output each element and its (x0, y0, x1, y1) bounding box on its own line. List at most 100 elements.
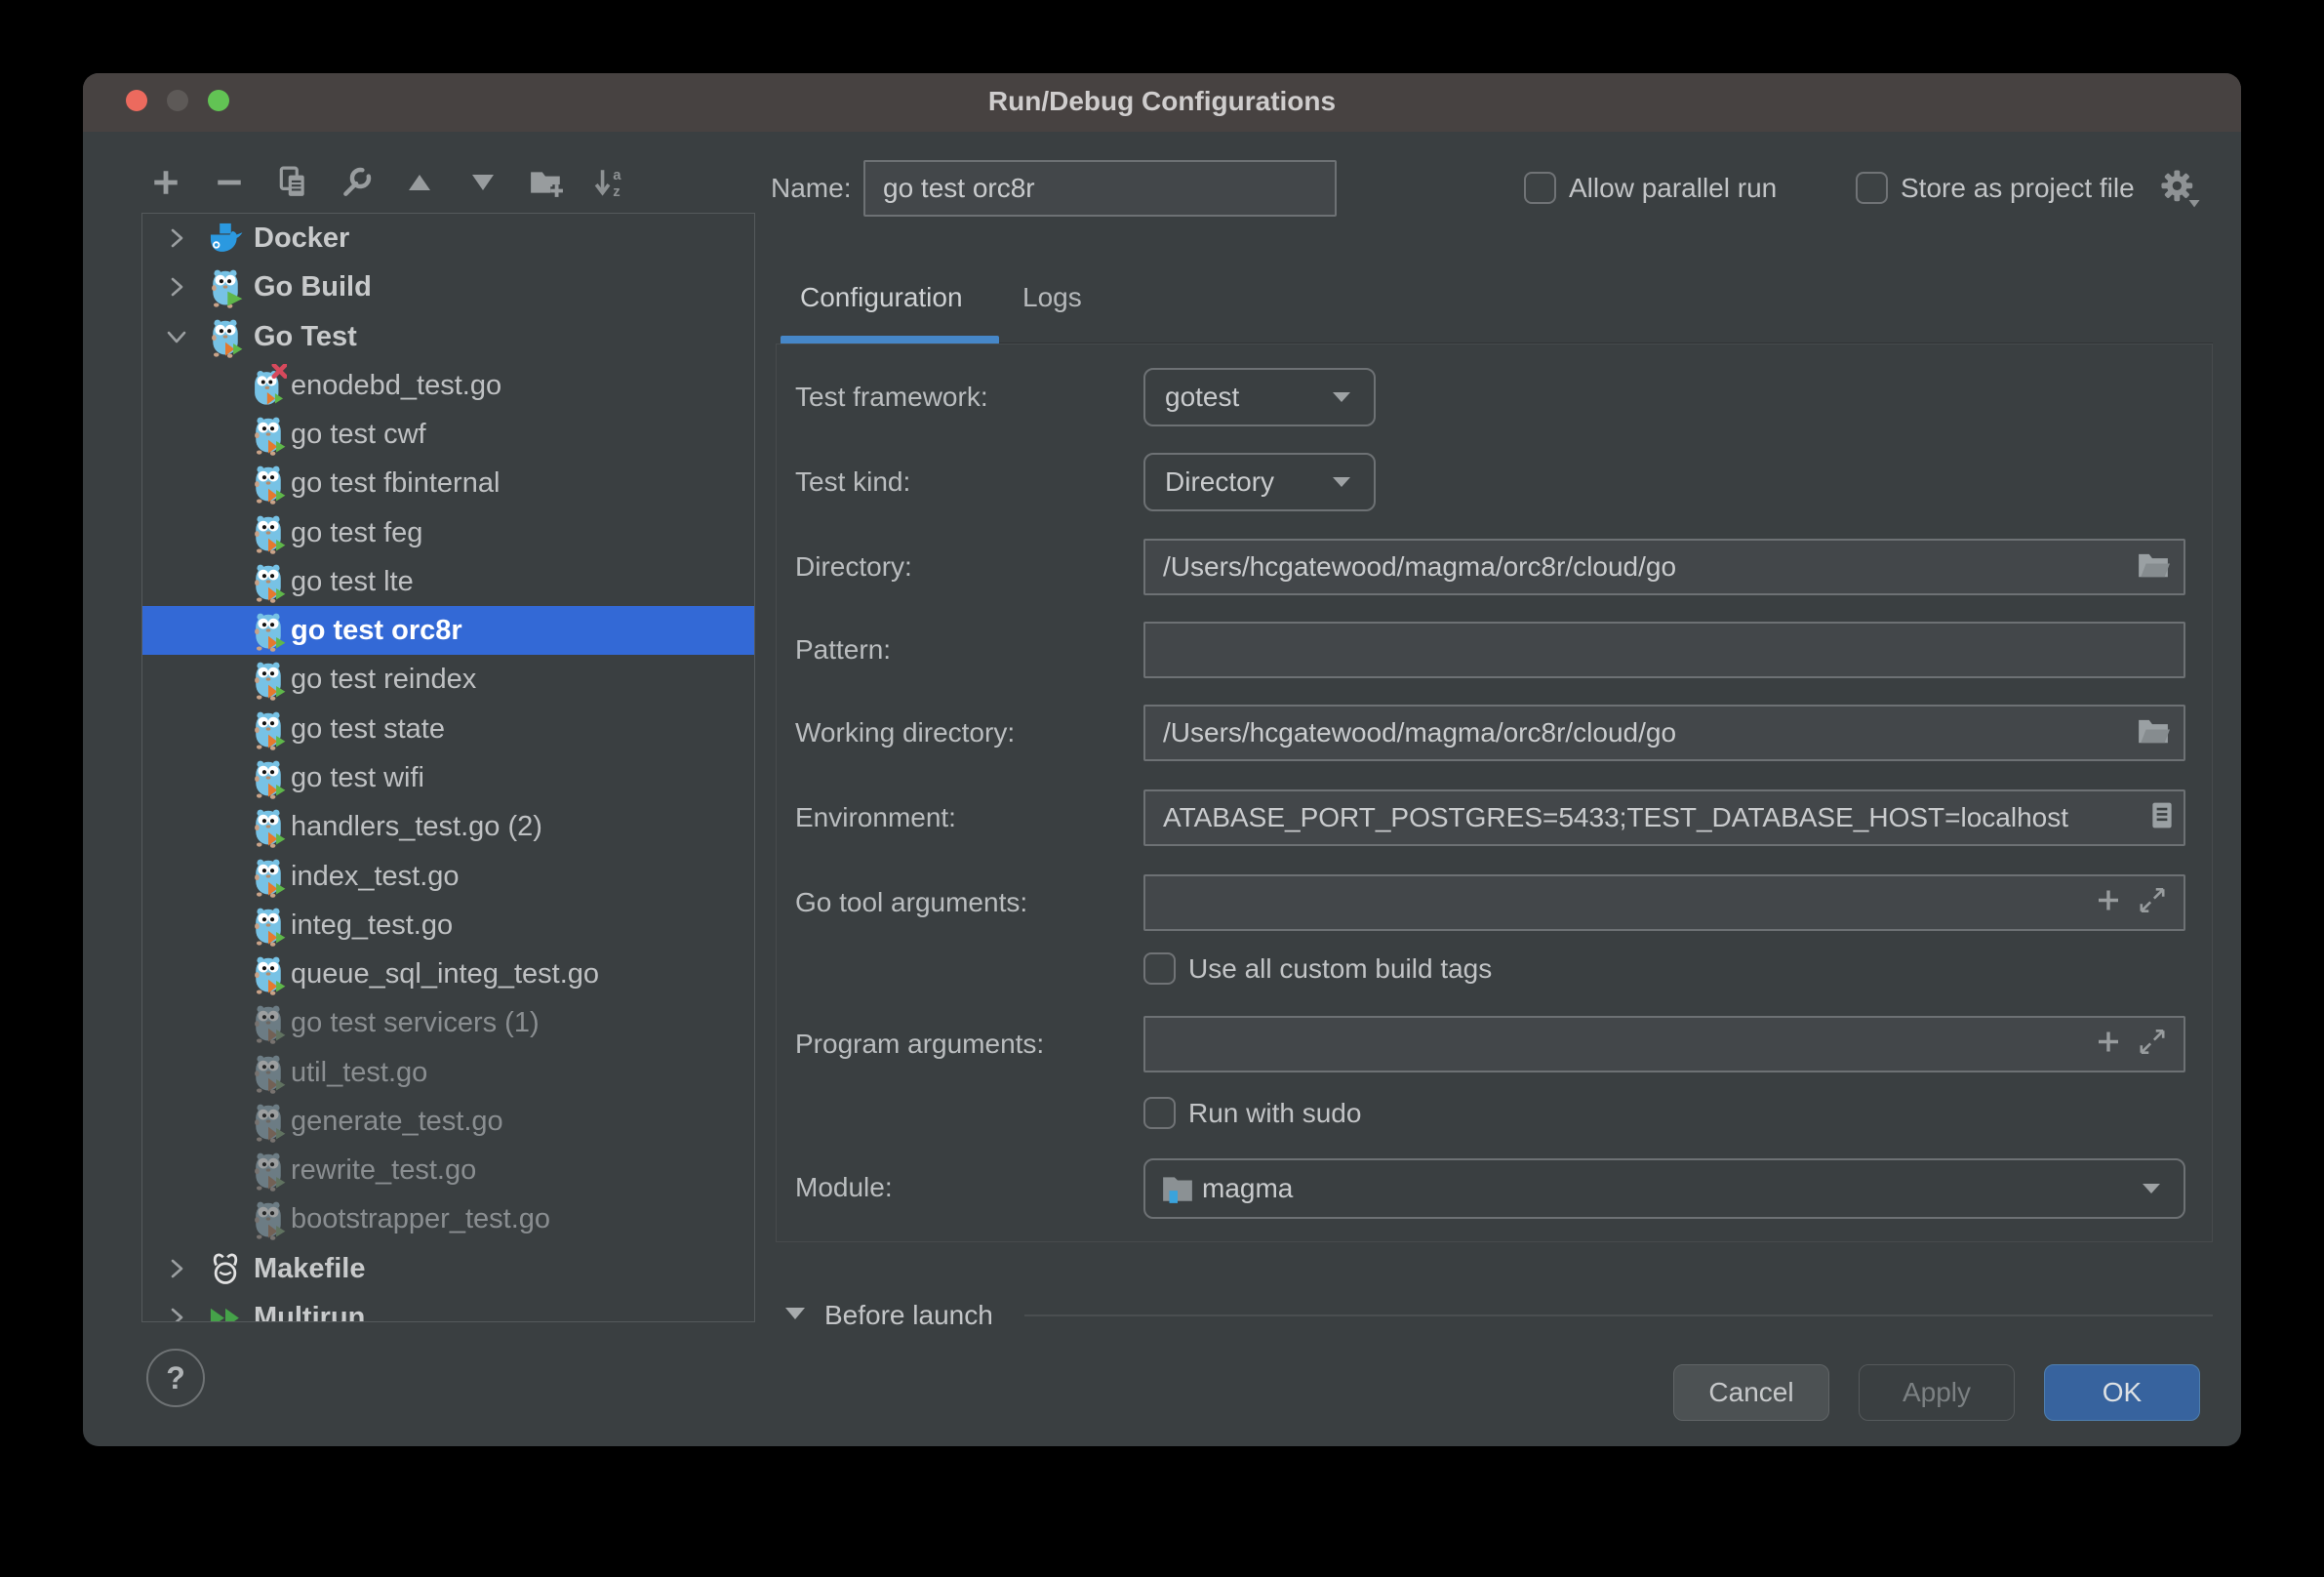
add-icon[interactable] (2096, 888, 2121, 918)
name-input[interactable] (863, 160, 1337, 217)
gopher-test-icon (250, 1149, 287, 1192)
name-label: Name: (771, 171, 851, 206)
tree-item-go-test-wifi[interactable]: go test wifi (142, 753, 754, 802)
tree-item-label: go test orc8r (291, 606, 462, 655)
ok-button[interactable]: OK (2044, 1364, 2200, 1421)
cancel-button[interactable]: Cancel (1673, 1364, 1829, 1421)
gopher-test-icon (250, 1001, 287, 1044)
use-all-custom-build-tags-checkbox[interactable] (1143, 952, 1176, 985)
module-label: Module: (795, 1170, 893, 1205)
chevron-down-icon[interactable] (164, 324, 189, 349)
chevron-right-icon[interactable] (164, 1256, 189, 1281)
tree-item-docker[interactable]: Docker (142, 214, 754, 263)
tree-item-go-test-orc8r[interactable]: go test orc8r (142, 606, 754, 655)
tree-item-label: queue_sql_integ_test.go (291, 950, 599, 998)
gopher-build-icon (207, 265, 244, 308)
tree-item-makefile[interactable]: Makefile (142, 1244, 754, 1293)
copy-icon[interactable] (271, 163, 314, 202)
environment-variables-icon[interactable] (2150, 801, 2174, 835)
gopher-test-icon (250, 708, 287, 750)
go-tool-arguments-input[interactable] (1143, 874, 2185, 931)
move-down-icon[interactable] (461, 163, 504, 202)
gopher-test-icon (250, 609, 287, 652)
tree-item-go-test-feg[interactable]: go test feg (142, 508, 754, 557)
tree-item-bootstrapper-test-go[interactable]: bootstrapper_test.go (142, 1194, 754, 1243)
tree-item-enodebd-test-go[interactable]: enodebd_test.go (142, 361, 754, 410)
chevron-right-icon[interactable] (164, 274, 189, 300)
tree-item-rewrite-test-go[interactable]: rewrite_test.go (142, 1146, 754, 1194)
directory-input[interactable] (1143, 539, 2185, 595)
window-title: Run/Debug Configurations (83, 86, 2241, 117)
module-select[interactable]: magma (1143, 1158, 2185, 1219)
gopher-test-icon (250, 904, 287, 947)
tree-item-multirun[interactable]: Multirun (142, 1293, 754, 1322)
tree-item-go-test[interactable]: Go Test (142, 312, 754, 361)
tree-item-generate-test-go[interactable]: generate_test.go (142, 1097, 754, 1146)
chevron-right-icon[interactable] (164, 1305, 189, 1322)
test-framework-select[interactable]: gotest (1143, 368, 1376, 426)
before-launch-divider (1024, 1314, 2213, 1316)
store-as-project-file-checkbox[interactable] (1856, 172, 1888, 204)
tree-item-label: go test wifi (291, 753, 424, 802)
test-kind-label: Test kind: (795, 465, 910, 500)
tree-item-label: go test cwf (291, 410, 426, 459)
sort-icon[interactable]: a z (588, 163, 631, 202)
tree-item-label: go test servicers (1) (291, 998, 540, 1047)
tree-item-go-test-state[interactable]: go test state (142, 705, 754, 753)
tree-item-go-build[interactable]: Go Build (142, 263, 754, 311)
apply-button[interactable]: Apply (1859, 1364, 2015, 1421)
tree-item-handlers-test-go-2[interactable]: handlers_test.go (2) (142, 802, 754, 851)
config-tree: DockerGo BuildGo Testenodebd_test.gogo t… (141, 213, 755, 1322)
test-kind-select[interactable]: Directory (1143, 453, 1376, 511)
run-with-sudo-checkbox[interactable] (1143, 1097, 1176, 1129)
tree-item-queue-sql-integ-test-go[interactable]: queue_sql_integ_test.go (142, 950, 754, 998)
new-folder-icon[interactable] (525, 163, 568, 202)
add-icon[interactable] (2096, 1030, 2121, 1060)
pattern-label: Pattern: (795, 632, 891, 667)
tree-item-go-test-reindex[interactable]: go test reindex (142, 655, 754, 704)
tree-item-label: go test fbinternal (291, 459, 500, 507)
environment-input[interactable] (1143, 789, 2185, 846)
tree-item-go-test-fbinternal[interactable]: go test fbinternal (142, 459, 754, 507)
tree-item-label: Multirun (254, 1293, 365, 1322)
program-arguments-input[interactable] (1143, 1016, 2185, 1072)
pattern-input[interactable] (1143, 622, 2185, 678)
expand-icon[interactable] (2139, 887, 2166, 919)
module-folder-icon (1161, 1173, 1194, 1204)
remove-icon[interactable] (208, 163, 251, 202)
chevron-down-icon (1331, 475, 1352, 494)
tree-item-label: Docker (254, 214, 349, 263)
add-icon[interactable] (144, 163, 187, 202)
tree-item-index-test-go[interactable]: index_test.go (142, 852, 754, 901)
gear-icon[interactable] (2159, 168, 2202, 216)
browse-folder-icon[interactable] (2137, 716, 2170, 750)
tree-item-go-test-servicers-1[interactable]: go test servicers (1) (142, 998, 754, 1047)
tree-item-label: Go Build (254, 263, 372, 311)
gopher-test-fail-icon (250, 364, 287, 407)
tree-item-go-test-lte[interactable]: go test lte (142, 557, 754, 606)
tree-item-integ-test-go[interactable]: integ_test.go (142, 901, 754, 950)
tree-item-util-test-go[interactable]: util_test.go (142, 1048, 754, 1097)
before-launch-label[interactable]: Before launch (824, 1298, 993, 1333)
tree-item-label: index_test.go (291, 852, 460, 901)
move-up-icon[interactable] (398, 163, 441, 202)
expand-icon[interactable] (2139, 1029, 2166, 1061)
chevron-right-icon[interactable] (164, 225, 189, 251)
tree-item-label: Go Test (254, 312, 357, 361)
browse-folder-icon[interactable] (2137, 550, 2170, 585)
store-as-project-file-label: Store as project file (1901, 171, 2135, 206)
tree-item-label: go test lte (291, 557, 414, 606)
help-button[interactable]: ? (146, 1349, 205, 1407)
working-directory-input[interactable] (1143, 705, 2185, 761)
gopher-test-icon (250, 1100, 287, 1143)
tab-configuration[interactable]: Configuration (800, 278, 963, 317)
tab-logs[interactable]: Logs (1022, 278, 1082, 317)
gopher-test-icon (250, 855, 287, 898)
allow-parallel-run-checkbox[interactable] (1524, 172, 1556, 204)
edit-defaults-icon[interactable] (335, 163, 378, 202)
use-all-custom-build-tags-label: Use all custom build tags (1188, 951, 1492, 987)
tree-item-go-test-cwf[interactable]: go test cwf (142, 410, 754, 459)
multirun-icon (207, 1296, 244, 1322)
gopher-test-icon (250, 1197, 287, 1240)
collapse-triangle-icon[interactable] (783, 1305, 807, 1327)
